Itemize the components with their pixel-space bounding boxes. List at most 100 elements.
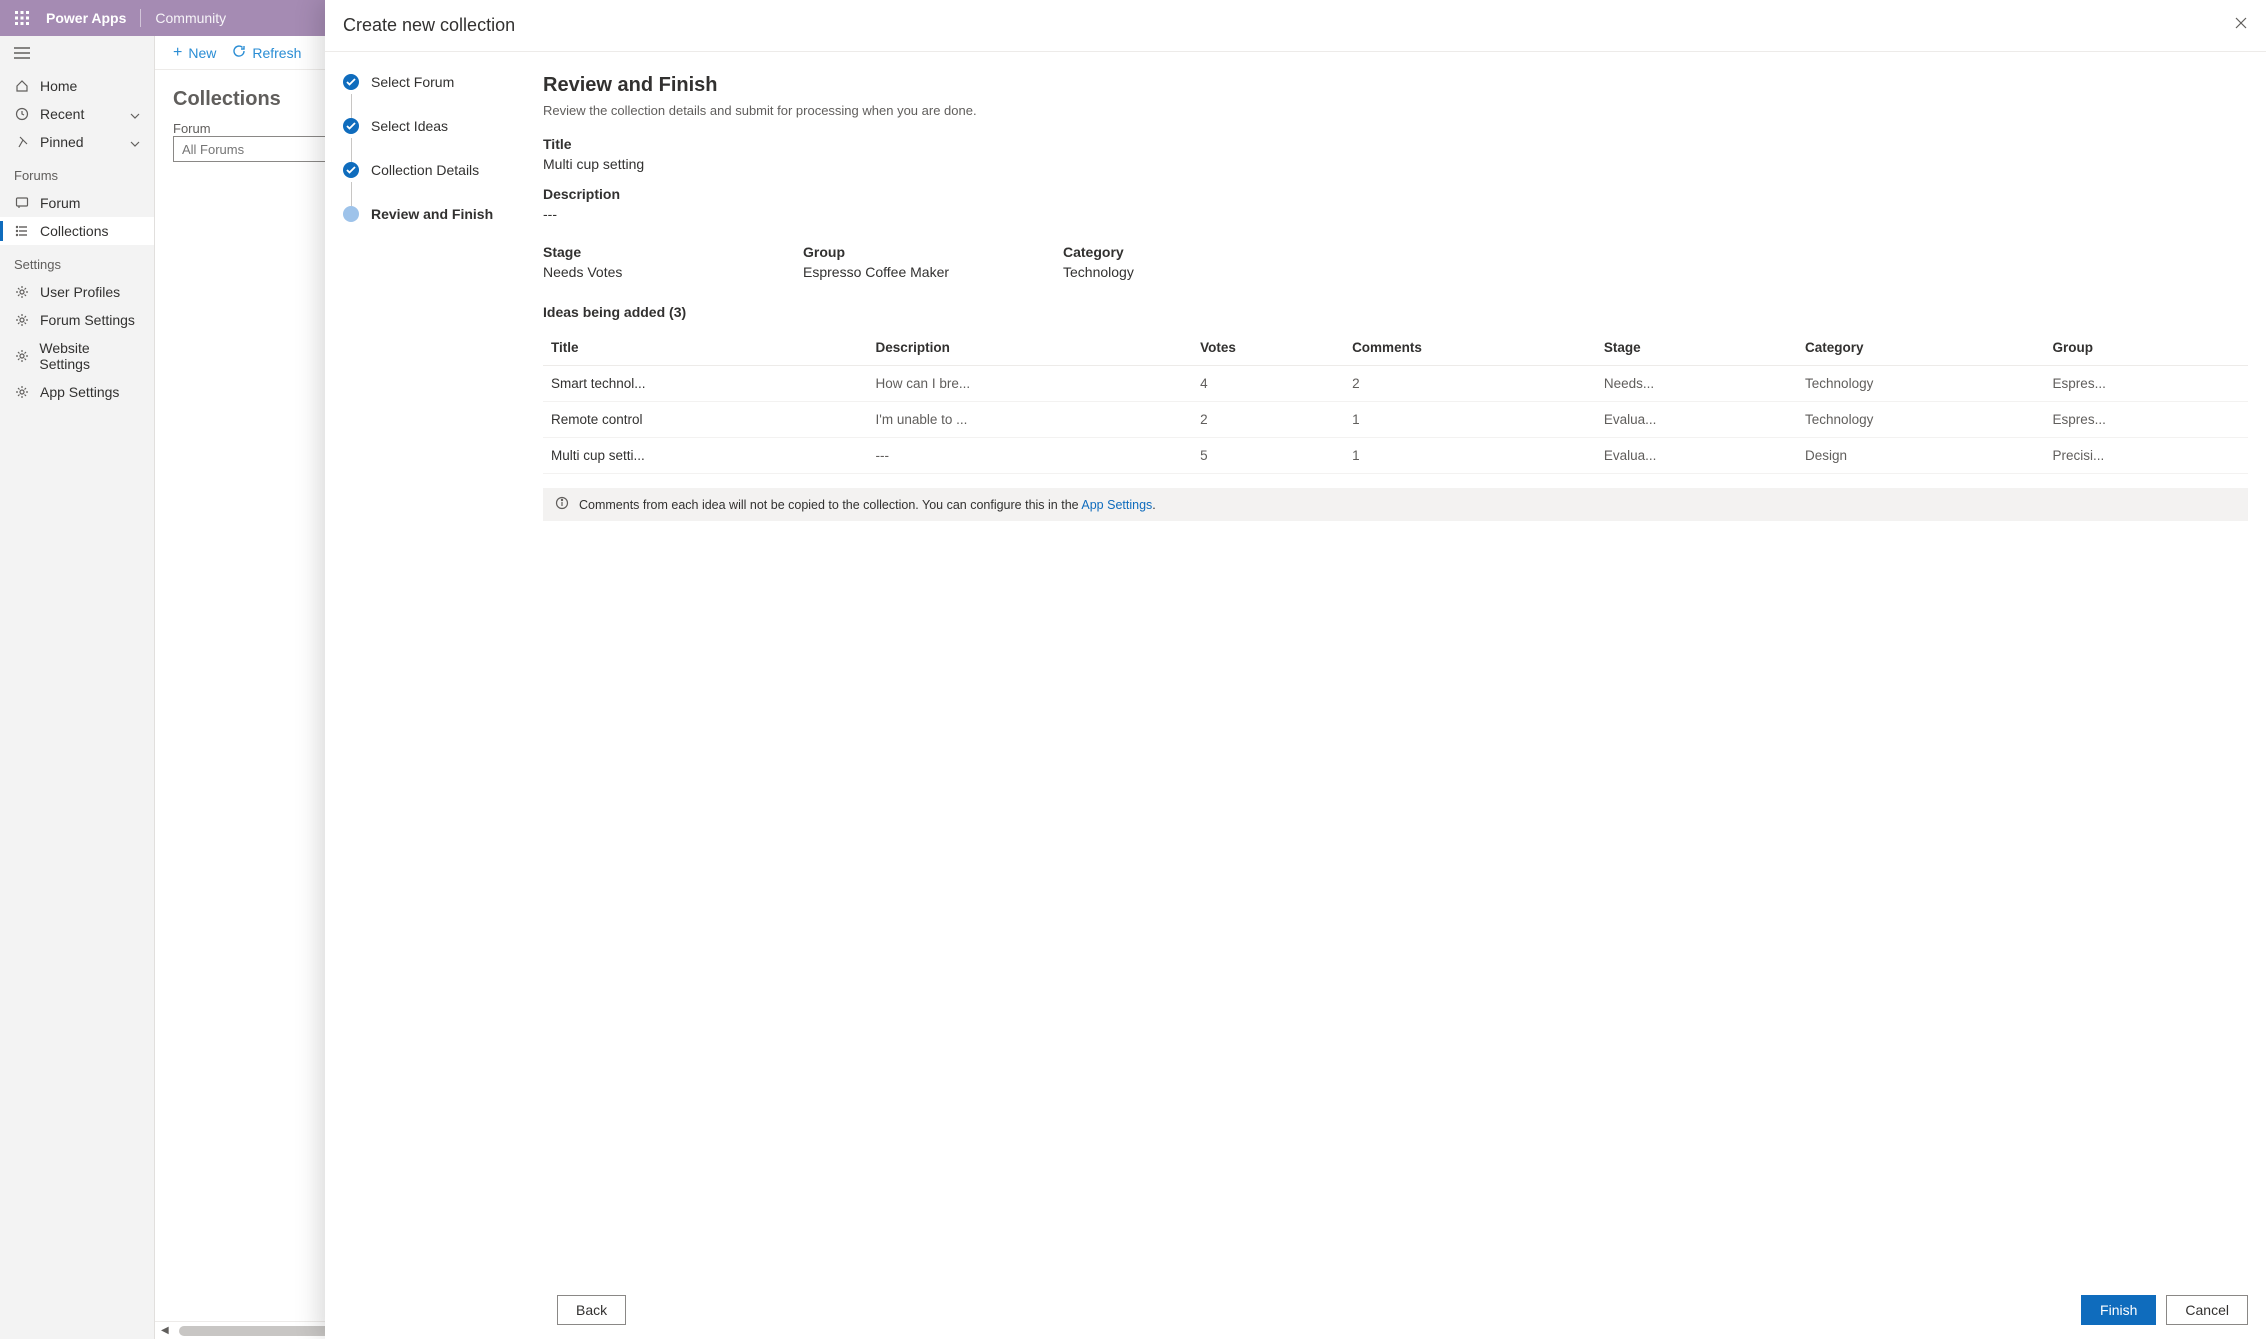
chevron-down-icon <box>130 134 140 150</box>
community-link[interactable]: Community <box>141 10 240 26</box>
cell-title: Smart technol... <box>543 366 868 402</box>
step-label: Select Ideas <box>371 118 448 134</box>
review-content: Review and Finish Review the collection … <box>525 52 2266 1283</box>
nav-home[interactable]: Home <box>0 72 154 100</box>
refresh-label: Refresh <box>252 45 301 61</box>
title-value: Multi cup setting <box>543 156 2248 172</box>
description-value: --- <box>543 206 2248 222</box>
group-label: Group <box>803 244 1003 260</box>
col-title[interactable]: Title <box>543 330 868 366</box>
close-icon[interactable] <box>2234 16 2248 35</box>
col-comments[interactable]: Comments <box>1344 330 1596 366</box>
cell-title: Multi cup setti... <box>543 438 868 474</box>
cell-category: Technology <box>1797 402 2045 438</box>
cell-group: Espres... <box>2045 402 2248 438</box>
left-nav: Home Recent Pinned Forums Forum Collecti… <box>0 36 155 1339</box>
nav-label: User Profiles <box>40 284 120 300</box>
nav-collections[interactable]: Collections <box>0 217 154 245</box>
nav-pinned[interactable]: Pinned <box>0 128 154 156</box>
step-select-ideas[interactable]: Select Ideas <box>343 118 515 134</box>
cell-comments: 2 <box>1344 366 1596 402</box>
col-votes[interactable]: Votes <box>1192 330 1344 366</box>
gear-icon <box>14 348 29 364</box>
cell-comments: 1 <box>1344 438 1596 474</box>
gear-icon <box>14 312 30 328</box>
ideas-table: Title Description Votes Comments Stage C… <box>543 330 2248 474</box>
nav-label: Website Settings <box>39 340 140 372</box>
step-select-forum[interactable]: Select Forum <box>343 74 515 90</box>
col-group[interactable]: Group <box>2045 330 2248 366</box>
panel-footer: Back Finish Cancel <box>325 1283 2266 1339</box>
title-label: Title <box>543 136 2248 152</box>
info-message: Comments from each idea will not be copi… <box>543 488 2248 521</box>
new-button[interactable]: + New <box>173 45 216 61</box>
nav-label: App Settings <box>40 384 119 400</box>
refresh-button[interactable]: Refresh <box>232 44 301 61</box>
cell-category: Technology <box>1797 366 2045 402</box>
step-label: Review and Finish <box>371 206 493 222</box>
nav-section-settings: Settings <box>0 245 154 278</box>
table-header-row: Title Description Votes Comments Stage C… <box>543 330 2248 366</box>
nav-label: Forum <box>40 195 80 211</box>
nav-forum-settings[interactable]: Forum Settings <box>0 306 154 334</box>
step-collection-details[interactable]: Collection Details <box>343 162 515 178</box>
info-period: . <box>1152 498 1155 512</box>
review-subtext: Review the collection details and submit… <box>543 103 2248 118</box>
info-icon <box>555 496 569 513</box>
back-button[interactable]: Back <box>557 1295 626 1325</box>
table-row[interactable]: Smart technol...How can I bre...42Needs.… <box>543 366 2248 402</box>
table-row[interactable]: Multi cup setti...---51Evalua...DesignPr… <box>543 438 2248 474</box>
cell-category: Design <box>1797 438 2045 474</box>
step-current-icon <box>343 206 359 222</box>
new-label: New <box>188 45 216 61</box>
cell-votes: 4 <box>1192 366 1344 402</box>
scroll-left-icon[interactable]: ◀ <box>161 1325 175 1336</box>
gear-icon <box>14 384 30 400</box>
step-complete-icon <box>343 162 359 178</box>
nav-forum[interactable]: Forum <box>0 189 154 217</box>
cell-group: Espres... <box>2045 366 2248 402</box>
ideas-heading: Ideas being added (3) <box>543 304 2248 320</box>
nav-recent[interactable]: Recent <box>0 100 154 128</box>
app-settings-link[interactable]: App Settings <box>1081 498 1152 512</box>
hamburger-icon[interactable] <box>0 36 154 72</box>
list-icon <box>14 223 30 239</box>
pin-icon <box>14 134 30 150</box>
cell-stage: Evalua... <box>1596 438 1797 474</box>
table-row[interactable]: Remote controlI'm unable to ...21Evalua.… <box>543 402 2248 438</box>
col-category[interactable]: Category <box>1797 330 2045 366</box>
nav-label: Home <box>40 78 77 94</box>
nav-label: Collections <box>40 223 108 239</box>
review-heading: Review and Finish <box>543 74 2248 97</box>
refresh-icon <box>232 44 246 61</box>
step-review-finish[interactable]: Review and Finish <box>343 206 515 222</box>
col-description[interactable]: Description <box>868 330 1193 366</box>
cell-desc: I'm unable to ... <box>868 402 1193 438</box>
stage-label: Stage <box>543 244 743 260</box>
nav-label: Recent <box>40 106 84 122</box>
app-launcher-icon[interactable] <box>4 0 40 36</box>
finish-button[interactable]: Finish <box>2081 1295 2156 1325</box>
step-label: Select Forum <box>371 74 454 90</box>
category-label: Category <box>1063 244 1263 260</box>
step-complete-icon <box>343 74 359 90</box>
info-text-part: Comments from each idea will not be copi… <box>579 498 1081 512</box>
step-label: Collection Details <box>371 162 479 178</box>
nav-label: Pinned <box>40 134 84 150</box>
brand-label[interactable]: Power Apps <box>40 10 140 26</box>
plus-icon: + <box>173 45 182 61</box>
cell-comments: 1 <box>1344 402 1596 438</box>
col-stage[interactable]: Stage <box>1596 330 1797 366</box>
nav-website-settings[interactable]: Website Settings <box>0 334 154 378</box>
cancel-button[interactable]: Cancel <box>2166 1295 2248 1325</box>
category-value: Technology <box>1063 264 1263 280</box>
cell-votes: 2 <box>1192 402 1344 438</box>
group-value: Espresso Coffee Maker <box>803 264 1003 280</box>
gear-icon <box>14 284 30 300</box>
cell-stage: Evalua... <box>1596 402 1797 438</box>
home-icon <box>14 78 30 94</box>
wizard-stepper: Select Forum Select Ideas Collection Det… <box>325 52 525 1283</box>
cell-stage: Needs... <box>1596 366 1797 402</box>
nav-user-profiles[interactable]: User Profiles <box>0 278 154 306</box>
nav-app-settings[interactable]: App Settings <box>0 378 154 406</box>
